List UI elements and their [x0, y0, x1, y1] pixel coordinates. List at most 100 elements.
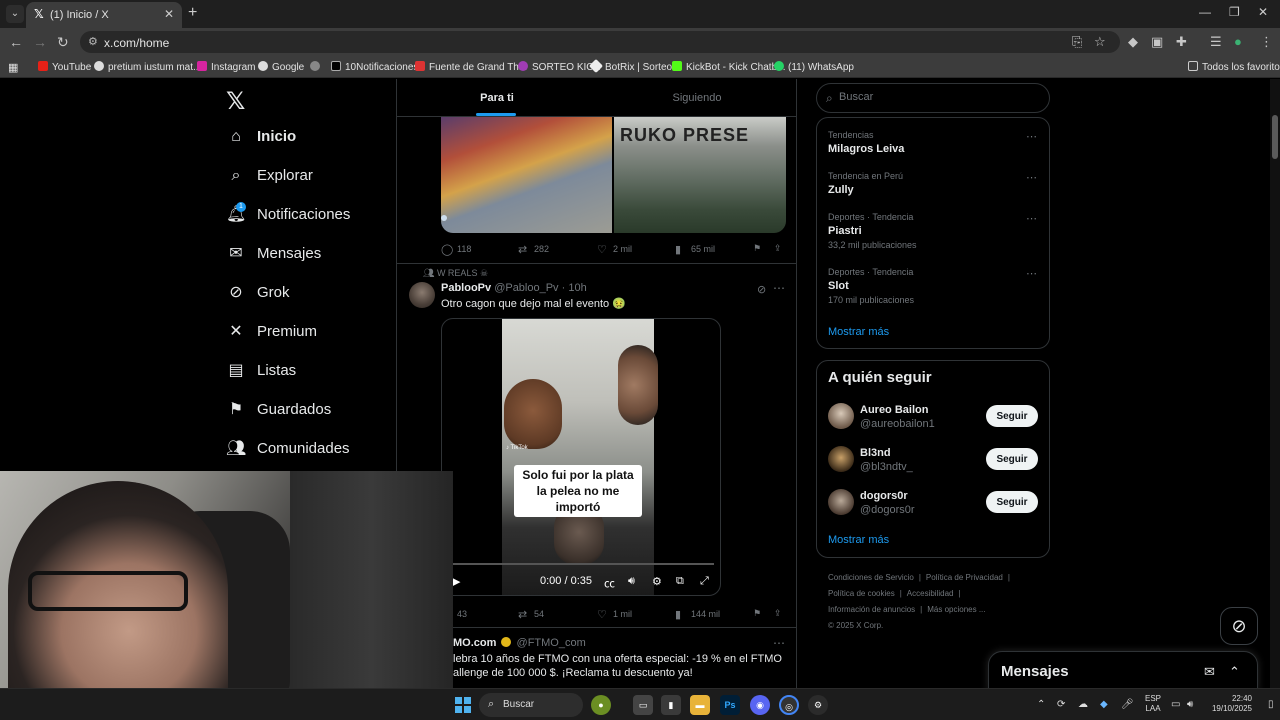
video-frame[interactable]: ♪ TikTok Solo fui por la plata la pelea … [502, 319, 658, 595]
bookmark-globe[interactable] [310, 61, 324, 73]
close-tab-icon[interactable]: ✕ [164, 7, 174, 21]
grok-floating-button[interactable]: ⊘ [1220, 607, 1258, 645]
views-button[interactable]: ▮ 65 mil [675, 243, 715, 256]
active-tab[interactable]: 𝕏 (1) Inicio / X ✕ [26, 2, 182, 28]
follow-name[interactable]: Bl3nd [860, 447, 891, 459]
repost-button[interactable]: ⇄ 282 [518, 243, 549, 256]
footer-ads-link[interactable]: Información de anuncios [828, 605, 915, 614]
onedrive-icon[interactable]: ☁ [1078, 699, 1088, 710]
trend-item[interactable]: Tendencia en Perú Zully [828, 171, 1038, 196]
repost-button[interactable]: ⇄ 54 [518, 608, 544, 621]
task-view-icon[interactable]: ▭ [633, 695, 653, 715]
follow-button[interactable]: Seguir [986, 491, 1038, 513]
volume-icon[interactable]: 🔊︎ [1187, 699, 1193, 710]
avatar[interactable] [828, 489, 854, 515]
page-scrollbar[interactable] [1270, 79, 1280, 688]
footer-terms-link[interactable]: Condiciones de Servicio [828, 573, 914, 582]
author-handle[interactable]: @Pabloo_Pv [494, 282, 558, 294]
follow-name[interactable]: dogors0r [860, 490, 908, 502]
forward-button[interactable]: → [33, 34, 47, 50]
follow-name[interactable]: Aureo Bailon [860, 404, 928, 416]
app-icon[interactable]: ▮ [661, 695, 681, 715]
bookmark-whatsapp[interactable]: (11) WhatsApp [774, 61, 854, 73]
close-window-button[interactable]: ✕ [1258, 5, 1268, 19]
defender-icon[interactable]: ◆ [1100, 699, 1108, 710]
footer-more-link[interactable]: Más opciones ... [927, 605, 985, 614]
all-bookmarks-folder[interactable]: Todos los favoritos [1188, 61, 1280, 73]
tray-app-icon[interactable]: ⟳ [1057, 699, 1065, 710]
search-box[interactable]: ⌕ [816, 83, 1050, 113]
pip-icon[interactable]: ⧉ [676, 575, 684, 588]
volume-icon[interactable]: 🔊︎ [628, 575, 635, 588]
bookmark-button[interactable]: ⚑ [753, 243, 761, 254]
app-icon[interactable]: ⚙ [808, 695, 828, 715]
x-logo-icon[interactable]: 𝕏 [226, 87, 245, 116]
author-name[interactable]: PablooPv [441, 282, 491, 294]
bookmark-button[interactable]: ⚑ [753, 608, 761, 619]
like-button[interactable]: ♡ 1 mil [597, 608, 632, 621]
browser-menu-icon[interactable]: ⋮ [1260, 34, 1273, 50]
bookmark-pretium[interactable]: pretium iustum mat... [94, 61, 201, 73]
trend-item[interactable]: Deportes · Tendencia Piastri 33,2 mil pu… [828, 212, 1038, 250]
play-icon[interactable]: ▶ [452, 575, 460, 588]
fullscreen-icon[interactable]: ⤢ [700, 575, 709, 588]
post-image-gallery[interactable]: RUKO PRESE [441, 117, 786, 233]
new-message-icon[interactable]: ✉ [1204, 664, 1215, 680]
share-button[interactable]: ⇪ [774, 608, 782, 619]
bookmark-google[interactable]: Google [258, 61, 304, 73]
bookmark-sorteo-kick[interactable]: SORTEO KICK [518, 61, 600, 73]
chrome-icon[interactable]: ◎ [779, 695, 799, 715]
avatar[interactable] [828, 446, 854, 472]
more-options-icon[interactable]: ⋯ [773, 281, 785, 295]
follow-handle[interactable]: @bl3ndtv_ [860, 461, 913, 473]
grok-icon[interactable]: ⊘ [757, 283, 766, 296]
tab-siguiendo[interactable]: Siguiendo [597, 92, 796, 104]
reload-button[interactable]: ↻ [57, 34, 69, 51]
footer-privacy-link[interactable]: Política de Privacidad [926, 573, 1003, 582]
views-button[interactable]: ▮ 144 mil [675, 608, 720, 621]
post-context[interactable]: 👥︎ W REALS ☠ [423, 268, 488, 279]
follow-handle[interactable]: @aureobailon1 [860, 418, 935, 430]
more-options-icon[interactable]: ⋯ [773, 636, 785, 650]
reading-list-icon[interactable]: ☰ [1210, 34, 1222, 50]
install-app-icon[interactable]: ⎘ [1072, 34, 1082, 50]
bookmark-instagram[interactable]: Instagram [197, 61, 255, 73]
expand-chevron-icon[interactable]: ⌃ [1229, 664, 1240, 680]
language-indicator[interactable]: ESP LAA [1145, 694, 1161, 714]
follow-suggestion[interactable]: Aureo Bailon @aureobailon1 Seguir [828, 401, 1040, 435]
microphone-icon[interactable]: 🎤︎ [1121, 699, 1134, 710]
follow-handle[interactable]: @dogors0r [860, 504, 915, 516]
like-button[interactable]: ♡ 2 mil [597, 243, 632, 256]
minimize-button[interactable]: — [1199, 5, 1211, 19]
trend-item[interactable]: Deportes · Tendencia Slot 170 mil public… [828, 267, 1038, 305]
discord-icon[interactable]: ◉ [750, 695, 770, 715]
url-bar[interactable]: ⚙ x.com/home ⎘ ☆ [80, 31, 1120, 53]
trend-more-icon[interactable]: ⋯ [1026, 171, 1037, 184]
post-time[interactable]: · 10h [562, 282, 587, 294]
bookmark-youtube[interactable]: YouTube [38, 61, 91, 73]
system-clock[interactable]: 22:40 19/10/2025 [1206, 694, 1252, 714]
show-more-follow-link[interactable]: Mostrar más [828, 534, 889, 546]
tab-para-ti[interactable]: Para ti [397, 92, 597, 104]
file-explorer-icon[interactable]: ▬ [690, 695, 710, 715]
notification-center-icon[interactable]: ▯ [1268, 699, 1274, 710]
search-input[interactable] [839, 91, 1039, 103]
follow-button[interactable]: Seguir [986, 448, 1038, 470]
windows-start-icon[interactable] [455, 697, 471, 713]
bookmark-10notificaciones[interactable]: 10Notificaciones [331, 61, 418, 73]
author-name[interactable]: MO.com [453, 637, 496, 649]
avatar[interactable] [409, 282, 435, 308]
maximize-button[interactable]: ❐ [1229, 5, 1240, 19]
apps-grid-icon[interactable]: ▦ [8, 61, 18, 74]
new-tab-button[interactable]: + [188, 4, 197, 22]
bookmark-star-icon[interactable]: ☆ [1094, 34, 1106, 50]
captions-icon[interactable]: ㏄ [604, 575, 615, 591]
back-button[interactable]: ← [9, 34, 23, 50]
reply-button[interactable]: ◯ 118 [441, 243, 471, 256]
bookmark-grand-theft[interactable]: Fuente de Grand Th... [415, 61, 527, 73]
taskbar-search[interactable]: ⌕ Buscar [479, 693, 583, 717]
tray-chevron-icon[interactable]: ⌃ [1037, 699, 1045, 710]
follow-suggestion[interactable]: dogors0r @dogors0r Seguir [828, 487, 1040, 521]
show-more-trends-link[interactable]: Mostrar más [828, 326, 889, 338]
video-progress-bar[interactable] [452, 563, 714, 565]
